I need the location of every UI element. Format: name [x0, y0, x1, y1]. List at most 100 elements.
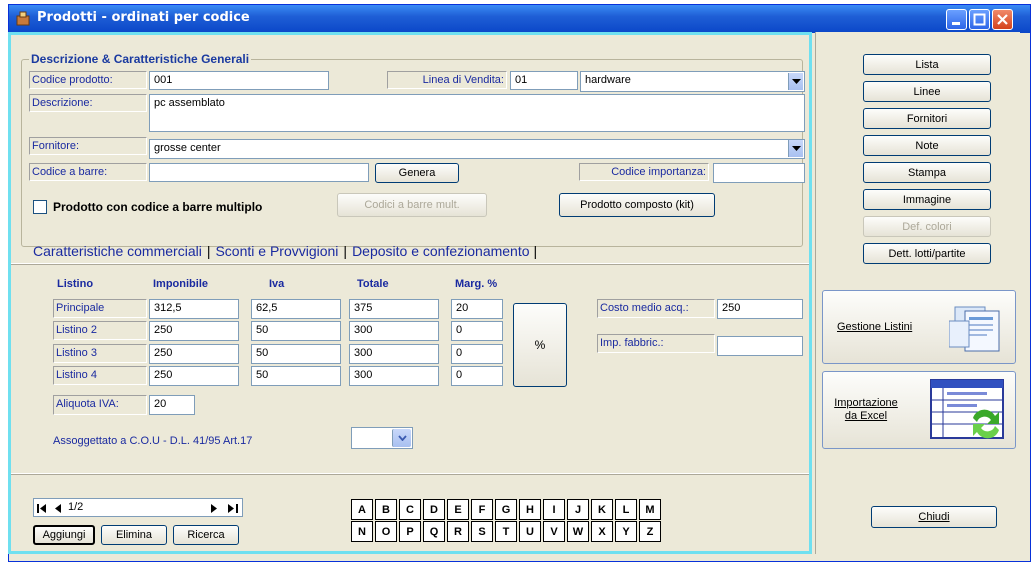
- aliquota-iva-input[interactable]: 20: [149, 395, 195, 415]
- letter-button-m[interactable]: M: [639, 499, 661, 520]
- linea-vendita-label: Linea di Vendita:: [387, 71, 507, 89]
- elimina-button[interactable]: Elimina: [101, 525, 167, 545]
- letter-button-x[interactable]: X: [591, 521, 613, 542]
- letter-button-n[interactable]: N: [351, 521, 373, 542]
- chiudi-button[interactable]: Chiudi: [871, 506, 997, 528]
- margine-input[interactable]: 0: [451, 321, 503, 341]
- margine-input[interactable]: 0: [451, 366, 503, 386]
- chevron-down-icon: [791, 78, 801, 84]
- letter-button-y[interactable]: Y: [615, 521, 637, 542]
- first-record-button[interactable]: [34, 499, 50, 516]
- cou-dropdown-arrow[interactable]: [392, 429, 411, 447]
- next-icon: [210, 504, 217, 513]
- cou-select[interactable]: [351, 427, 413, 449]
- codice-prodotto-input[interactable]: 001: [149, 71, 329, 90]
- letter-button-f[interactable]: F: [471, 499, 493, 520]
- percent-button[interactable]: %: [513, 303, 567, 387]
- letter-button-r[interactable]: R: [447, 521, 469, 542]
- letter-button-h[interactable]: H: [519, 499, 541, 520]
- prev-record-button[interactable]: [50, 499, 64, 516]
- dett-lotti-button[interactable]: Dett. lotti/partite: [863, 243, 991, 264]
- linea-vendita-code-input[interactable]: 01: [510, 71, 578, 90]
- tab-caratteristiche-commerciali[interactable]: Caratteristiche commerciali: [33, 243, 202, 259]
- iva-input[interactable]: 50: [251, 366, 341, 386]
- letter-button-z[interactable]: Z: [639, 521, 661, 542]
- fornitore-select[interactable]: grosse center: [149, 139, 805, 159]
- minimize-button[interactable]: [946, 9, 967, 30]
- codici-barre-mult-button[interactable]: Codici a barre mult.: [337, 193, 487, 217]
- letter-button-t[interactable]: T: [495, 521, 517, 542]
- letter-button-q[interactable]: Q: [423, 521, 445, 542]
- letter-button-b[interactable]: B: [375, 499, 397, 520]
- totale-input[interactable]: 300: [349, 366, 439, 386]
- aggiungi-button[interactable]: Aggiungi: [33, 525, 95, 545]
- genera-button[interactable]: Genera: [375, 163, 459, 183]
- multiplo-checkbox[interactable]: [33, 200, 47, 214]
- letter-button-i[interactable]: I: [543, 499, 565, 520]
- iva-input[interactable]: 62,5: [251, 299, 341, 319]
- linee-button[interactable]: Linee: [863, 81, 991, 102]
- imponibile-input[interactable]: 250: [149, 344, 239, 364]
- tab-deposito-confezionamento[interactable]: Deposito e confezionamento: [352, 243, 529, 259]
- margine-input[interactable]: 0: [451, 344, 503, 364]
- codice-importanza-input[interactable]: [713, 163, 805, 183]
- fornitori-button[interactable]: Fornitori: [863, 108, 991, 129]
- letter-button-d[interactable]: D: [423, 499, 445, 520]
- last-record-button[interactable]: [224, 499, 242, 516]
- iva-input[interactable]: 50: [251, 344, 341, 364]
- maximize-icon: [973, 13, 986, 26]
- documents-icon: [949, 306, 1000, 352]
- ricerca-button[interactable]: Ricerca: [173, 525, 239, 545]
- stampa-button[interactable]: Stampa: [863, 162, 991, 183]
- bottom-divider: [11, 473, 809, 475]
- tab-divider: [11, 263, 809, 265]
- tab-sconti-provvigioni[interactable]: Sconti e Provvigioni: [215, 243, 338, 259]
- imponibile-input[interactable]: 312,5: [149, 299, 239, 319]
- chiudi-label: Chiudi: [918, 511, 950, 523]
- letter-button-s[interactable]: S: [471, 521, 493, 542]
- letter-button-j[interactable]: J: [567, 499, 589, 520]
- general-legend: Descrizione & Caratteristiche Generali: [29, 52, 252, 66]
- letter-button-o[interactable]: O: [375, 521, 397, 542]
- multiplo-checkbox-label: Prodotto con codice a barre multiplo: [53, 200, 263, 214]
- letter-button-l[interactable]: L: [615, 499, 637, 520]
- iva-input[interactable]: 50: [251, 321, 341, 341]
- importazione-excel-button[interactable]: Importazione da Excel: [822, 371, 1016, 449]
- codice-barre-input[interactable]: [149, 163, 369, 182]
- cou-label: Assoggettato a C.O.U - D.L. 41/95 Art.17: [53, 435, 253, 447]
- costo-medio-input[interactable]: 250: [717, 299, 803, 319]
- letter-button-w[interactable]: W: [567, 521, 589, 542]
- close-window-button[interactable]: [992, 9, 1013, 30]
- descrizione-label: Descrizione:: [29, 94, 147, 112]
- imp-fabbric-input[interactable]: [717, 336, 803, 356]
- letter-button-v[interactable]: V: [543, 521, 565, 542]
- letter-button-g[interactable]: G: [495, 499, 517, 520]
- linee-label: Linee: [913, 85, 941, 98]
- linea-vendita-dropdown-arrow[interactable]: [788, 73, 803, 90]
- maximize-button[interactable]: [969, 9, 990, 30]
- letter-button-u[interactable]: U: [519, 521, 541, 542]
- letter-button-a[interactable]: A: [351, 499, 373, 520]
- lista-button[interactable]: Lista: [863, 54, 991, 75]
- fornitore-dropdown-arrow[interactable]: [788, 140, 803, 157]
- prodotto-composto-button[interactable]: Prodotto composto (kit): [559, 193, 715, 217]
- imponibile-input[interactable]: 250: [149, 366, 239, 386]
- totale-input[interactable]: 300: [349, 321, 439, 341]
- def-colori-button[interactable]: Def. colori: [863, 216, 991, 237]
- letter-button-k[interactable]: K: [591, 499, 613, 520]
- linea-vendita-select[interactable]: hardware: [580, 71, 805, 92]
- letter-button-e[interactable]: E: [447, 499, 469, 520]
- note-button[interactable]: Note: [863, 135, 991, 156]
- letter-button-c[interactable]: C: [399, 499, 421, 520]
- immagine-button[interactable]: Immagine: [863, 189, 991, 210]
- descrizione-textarea[interactable]: pc assemblato: [149, 94, 805, 132]
- margine-input[interactable]: 20: [451, 299, 503, 319]
- tab-separator: |: [343, 243, 348, 259]
- header-imponibile: Imponibile: [153, 278, 208, 290]
- next-record-button[interactable]: [206, 499, 222, 516]
- totale-input[interactable]: 375: [349, 299, 439, 319]
- gestione-listini-button[interactable]: Gestione Listini: [822, 290, 1016, 364]
- letter-button-p[interactable]: P: [399, 521, 421, 542]
- totale-input[interactable]: 300: [349, 344, 439, 364]
- imponibile-input[interactable]: 250: [149, 321, 239, 341]
